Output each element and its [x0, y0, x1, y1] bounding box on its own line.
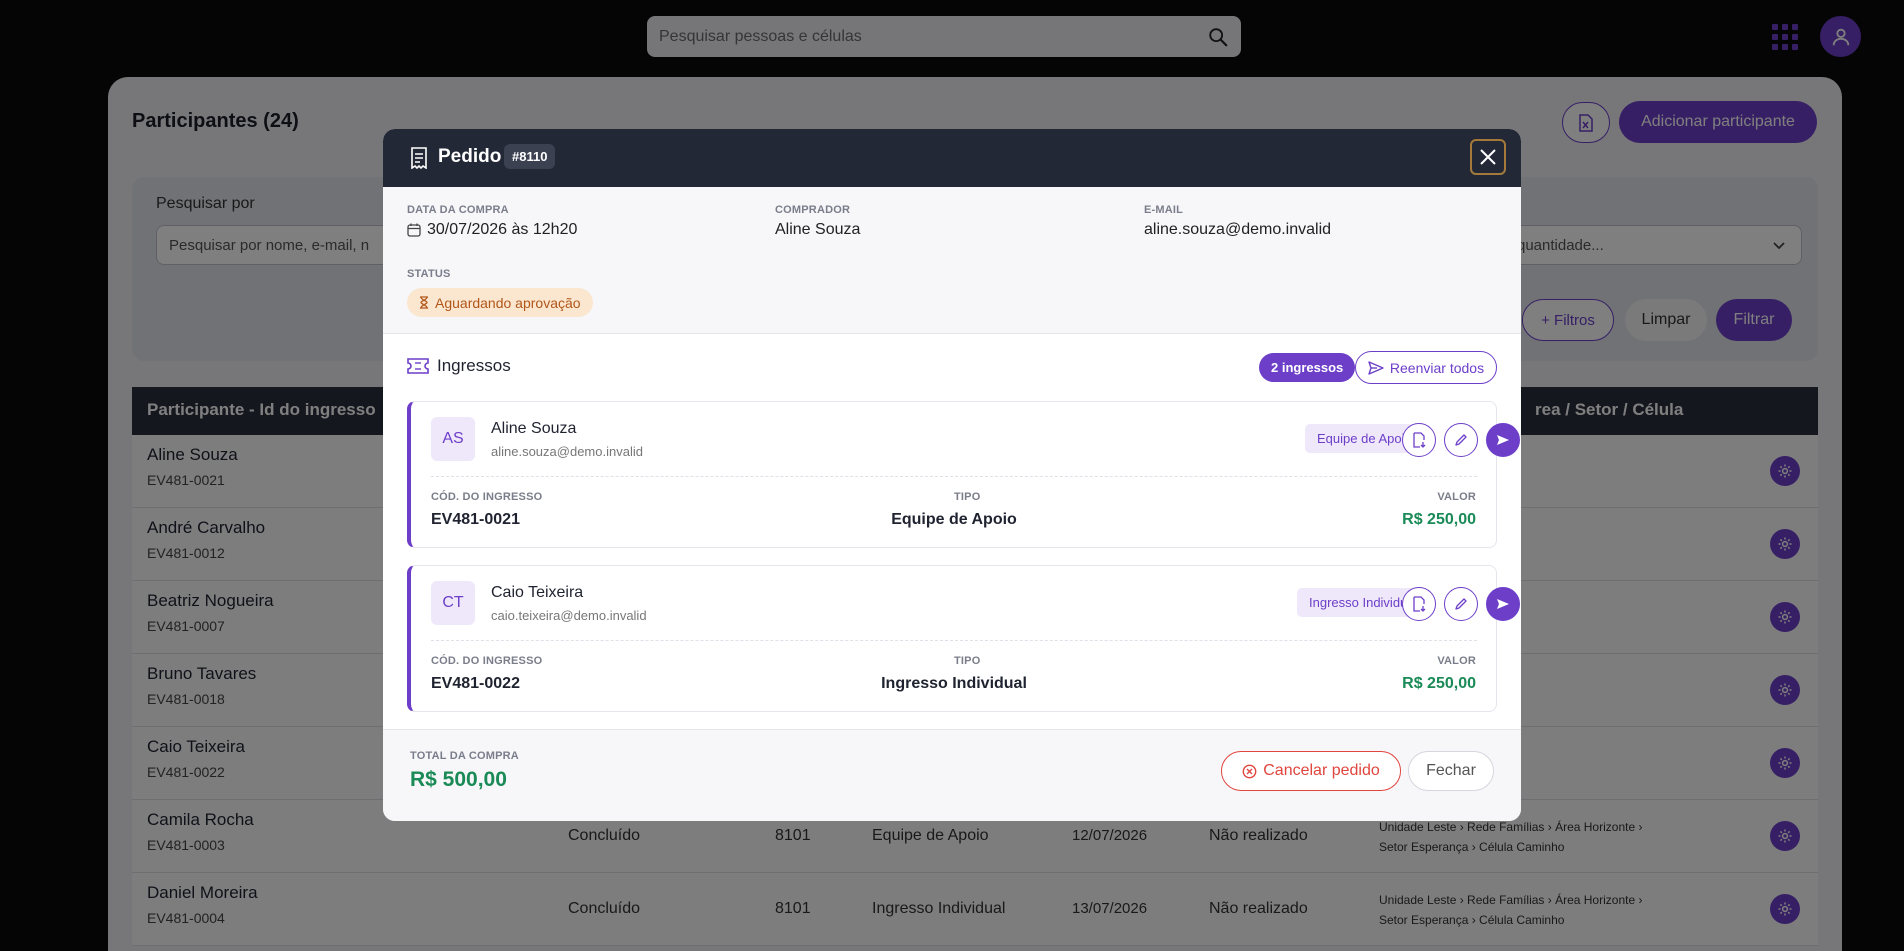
ticket-holder-name: Aline Souza — [491, 420, 577, 437]
ticket-holder-name: Caio Teixeira — [491, 584, 584, 601]
send-ticket-button[interactable] — [1486, 587, 1520, 621]
modal-header: Pedido #8110 — [383, 129, 1521, 187]
ticket-value: R$ 250,00 — [1402, 511, 1476, 528]
total-label: TOTAL DA COMPRA — [410, 750, 519, 762]
ticket-card: AS Aline Souza aline.souza@demo.invalid Equ… — [407, 401, 1520, 548]
purchase-date: 30/07/2026 às 12h20 — [407, 221, 577, 239]
status-text: Aguardando aprovação — [435, 294, 581, 311]
send-icon — [1497, 599, 1509, 609]
tickets-title: Ingressos — [437, 356, 511, 375]
ticket-value: R$ 250,00 — [1402, 675, 1476, 692]
avatar: AS — [431, 417, 475, 461]
tickets-section-title: Ingressos — [407, 356, 511, 376]
cancel-order-button[interactable]: Cancelar pedido — [1221, 751, 1401, 791]
close-icon — [1480, 149, 1496, 165]
ticket-code-label: CÓD. DO INGRESSO — [431, 491, 543, 503]
modal-footer: TOTAL DA COMPRA R$ 500,00 Cancelar pedid… — [383, 729, 1521, 821]
ticket-card: CT Caio Teixeira caio.teixeira@demo.invali… — [407, 565, 1520, 712]
purchase-date-value: 30/07/2026 às 12h20 — [427, 221, 578, 238]
resend-all-button[interactable]: Reenviar todos — [1355, 351, 1497, 384]
modal-title: Pedido — [438, 146, 502, 167]
order-number-badge: #8110 — [504, 144, 556, 169]
ticket-code-label: CÓD. DO INGRESSO — [431, 655, 543, 667]
status-label: STATUS — [407, 268, 451, 280]
ticket-icon — [407, 358, 429, 374]
email-value: aline.souza@demo.invalid — [1144, 221, 1332, 238]
hourglass-icon — [420, 296, 428, 309]
ticket-value-label: VALOR — [1437, 491, 1476, 503]
buyer-label: COMPRADOR — [775, 204, 851, 216]
purchase-date-label: DATA DA COMPRA — [407, 204, 509, 216]
close-modal-button[interactable]: Fechar — [1408, 751, 1494, 791]
order-info: DATA DA COMPRA 30/07/2026 às 12h20 COMPR… — [383, 187, 1521, 334]
card-divider — [431, 640, 1477, 641]
cancel-circle-icon — [1242, 764, 1257, 778]
buyer-value: Aline Souza — [775, 221, 861, 238]
send-icon — [1368, 360, 1384, 375]
download-ticket-button[interactable] — [1402, 423, 1436, 457]
total-value: R$ 500,00 — [410, 768, 507, 791]
ticket-code: EV481-0022 — [431, 675, 520, 692]
receipt-icon — [411, 147, 427, 169]
card-divider — [431, 476, 1477, 477]
file-download-icon — [1413, 596, 1426, 612]
send-icon — [1497, 435, 1509, 445]
pencil-icon — [1455, 598, 1467, 610]
status-badge: Aguardando aprovação — [407, 288, 593, 317]
tickets-count-badge: 2 ingressos — [1259, 353, 1356, 382]
download-ticket-button[interactable] — [1402, 587, 1436, 621]
resend-all-label: Reenviar todos — [1389, 359, 1485, 376]
ticket-code: EV481-0021 — [431, 511, 520, 528]
ticket-holder-email: aline.souza@demo.invalid — [491, 444, 643, 459]
edit-ticket-button[interactable] — [1444, 587, 1478, 621]
edit-ticket-button[interactable] — [1444, 423, 1478, 457]
order-modal: Pedido #8110 DATA DA COMPRA 30/07/2026 à… — [383, 129, 1521, 821]
ticket-holder-email: caio.teixeira@demo.invalid — [491, 608, 647, 623]
file-download-icon — [1413, 432, 1426, 448]
avatar: CT — [431, 581, 475, 625]
modal-close-button[interactable] — [1470, 139, 1506, 175]
ticket-value-label: VALOR — [1437, 655, 1476, 667]
calendar-icon — [407, 223, 421, 237]
email-label: E-MAIL — [1144, 204, 1184, 216]
pencil-icon — [1455, 434, 1467, 446]
send-ticket-button[interactable] — [1486, 423, 1520, 457]
ticket-type-value: Equipe de Apoio — [891, 511, 1017, 528]
ticket-type-value: Ingresso Individual — [881, 675, 1027, 692]
cancel-order-label: Cancelar pedido — [1263, 762, 1380, 779]
